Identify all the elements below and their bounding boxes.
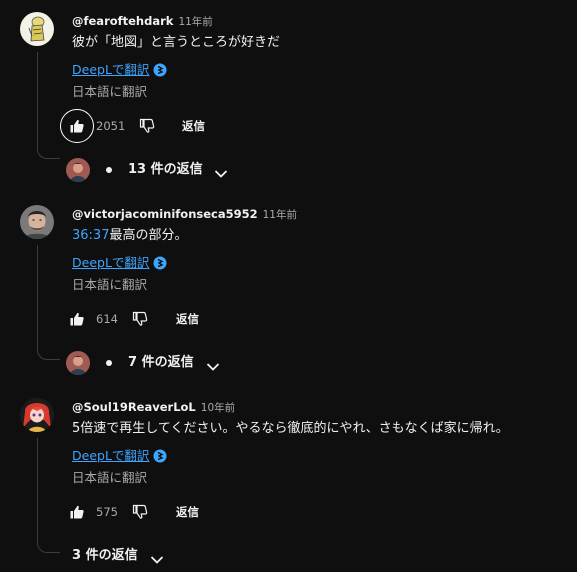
video-timestamp-link[interactable]: 36:37	[72, 228, 109, 243]
thread-connector	[37, 245, 60, 360]
chevron-down-icon	[150, 550, 164, 569]
replies-toggle[interactable]: 7 件の返信	[66, 349, 266, 377]
deepl-icon	[153, 256, 167, 274]
dislike-button[interactable]	[123, 495, 157, 529]
like-count: 2051	[96, 119, 126, 133]
thumbs-down-icon	[132, 311, 148, 326]
reply-button[interactable]: 返信	[176, 311, 199, 327]
comment-body: @Soul19ReaverLoL 10年前 5倍速で再生してください。やるなら徹底…	[70, 398, 567, 519]
replies-toggle[interactable]: 13 件の返信	[66, 156, 266, 184]
translate-link[interactable]: 日本語に翻訳	[72, 84, 147, 100]
comment-text: 36:37最高の部分。	[72, 227, 187, 245]
thread-connector	[37, 438, 60, 553]
comment-author[interactable]: @victorjacominifonseca5952	[72, 207, 258, 221]
avatar[interactable]	[20, 398, 54, 432]
cartoon-figure-icon	[20, 12, 54, 46]
comment-body: @victorjacominifonseca5952 11年前 36:37最高の部…	[70, 205, 567, 326]
deepl-link[interactable]: DeepLで翻訳	[72, 255, 149, 270]
deepl-translate[interactable]: DeepLで翻訳	[72, 448, 167, 467]
comment-actions: 2051 返信	[60, 109, 360, 143]
comment-author[interactable]: @fearoftehdark	[72, 14, 173, 28]
replies-count-label[interactable]: 7 件の返信	[128, 354, 194, 372]
deepl-translate[interactable]: DeepLで翻訳	[72, 255, 167, 274]
creator-avatar-icon	[66, 158, 90, 182]
like-button[interactable]	[60, 495, 94, 529]
replies-count-label[interactable]: 13 件の返信	[128, 161, 203, 179]
deepl-icon	[153, 63, 167, 81]
deepl-link[interactable]: DeepLで翻訳	[72, 62, 149, 77]
comment-author[interactable]: @Soul19ReaverLoL	[72, 400, 196, 414]
thumbs-up-icon	[70, 505, 84, 519]
unread-dot	[106, 360, 112, 366]
reply-button[interactable]: 返信	[182, 118, 205, 134]
comment-thread: @victorjacominifonseca5952 11年前 36:37最高の部…	[0, 205, 577, 375]
unread-dot	[106, 167, 112, 173]
replies-count-label[interactable]: 3 件の返信	[72, 547, 138, 565]
like-button[interactable]	[60, 109, 94, 143]
comment-thread: @Soul19ReaverLoL 10年前 5倍速で再生してください。やるなら徹底…	[0, 398, 577, 568]
comments-section: @fearoftehdark 11年前 彼が「地図」と言うところが好きだ Deep…	[0, 0, 577, 572]
thread-connector	[37, 52, 60, 159]
avatar[interactable]	[20, 205, 54, 239]
comment-actions: 575 返信	[60, 495, 360, 529]
comment-time[interactable]: 11年前	[178, 16, 212, 28]
like-count: 614	[96, 312, 118, 326]
reply-avatar	[66, 351, 90, 375]
comment-actions: 614 返信	[60, 302, 360, 336]
chevron-down-icon	[206, 357, 220, 376]
like-count: 575	[96, 505, 118, 519]
deepl-icon	[153, 449, 167, 467]
comment-body: @fearoftehdark 11年前 彼が「地図」と言うところが好きだ Deep…	[60, 12, 567, 143]
translate-link[interactable]: 日本語に翻訳	[72, 470, 147, 486]
anime-character-icon	[20, 398, 54, 432]
comment-time[interactable]: 11年前	[263, 209, 297, 221]
comment-time[interactable]: 10年前	[201, 402, 235, 414]
dislike-button[interactable]	[123, 302, 157, 336]
dislike-button[interactable]	[130, 109, 164, 143]
avatar[interactable]	[20, 12, 54, 46]
comment-text-body: 最高の部分。	[109, 228, 188, 243]
replies-toggle[interactable]: 3 件の返信	[72, 542, 212, 570]
reply-button[interactable]: 返信	[176, 504, 199, 520]
like-button[interactable]	[60, 302, 94, 336]
translate-link[interactable]: 日本語に翻訳	[72, 277, 147, 293]
deepl-link[interactable]: DeepLで翻訳	[72, 448, 149, 463]
thumbs-up-icon	[70, 119, 84, 133]
chevron-down-icon	[214, 164, 228, 183]
comment-text: 彼が「地図」と言うところが好きだ	[72, 35, 281, 50]
reply-avatar	[66, 158, 90, 182]
creator-avatar-icon	[66, 351, 90, 375]
thumbs-up-icon	[70, 312, 84, 326]
thumbs-down-icon	[139, 118, 155, 133]
thumbs-down-icon	[132, 504, 148, 519]
man-portrait-icon	[20, 205, 54, 239]
deepl-translate[interactable]: DeepLで翻訳	[72, 62, 167, 81]
comment-text: 5倍速で再生してください。やるなら徹底的にやれ、さもなくば家に帰れ。	[72, 421, 509, 436]
comment-thread: @fearoftehdark 11年前 彼が「地図」と言うところが好きだ Deep…	[0, 12, 577, 182]
